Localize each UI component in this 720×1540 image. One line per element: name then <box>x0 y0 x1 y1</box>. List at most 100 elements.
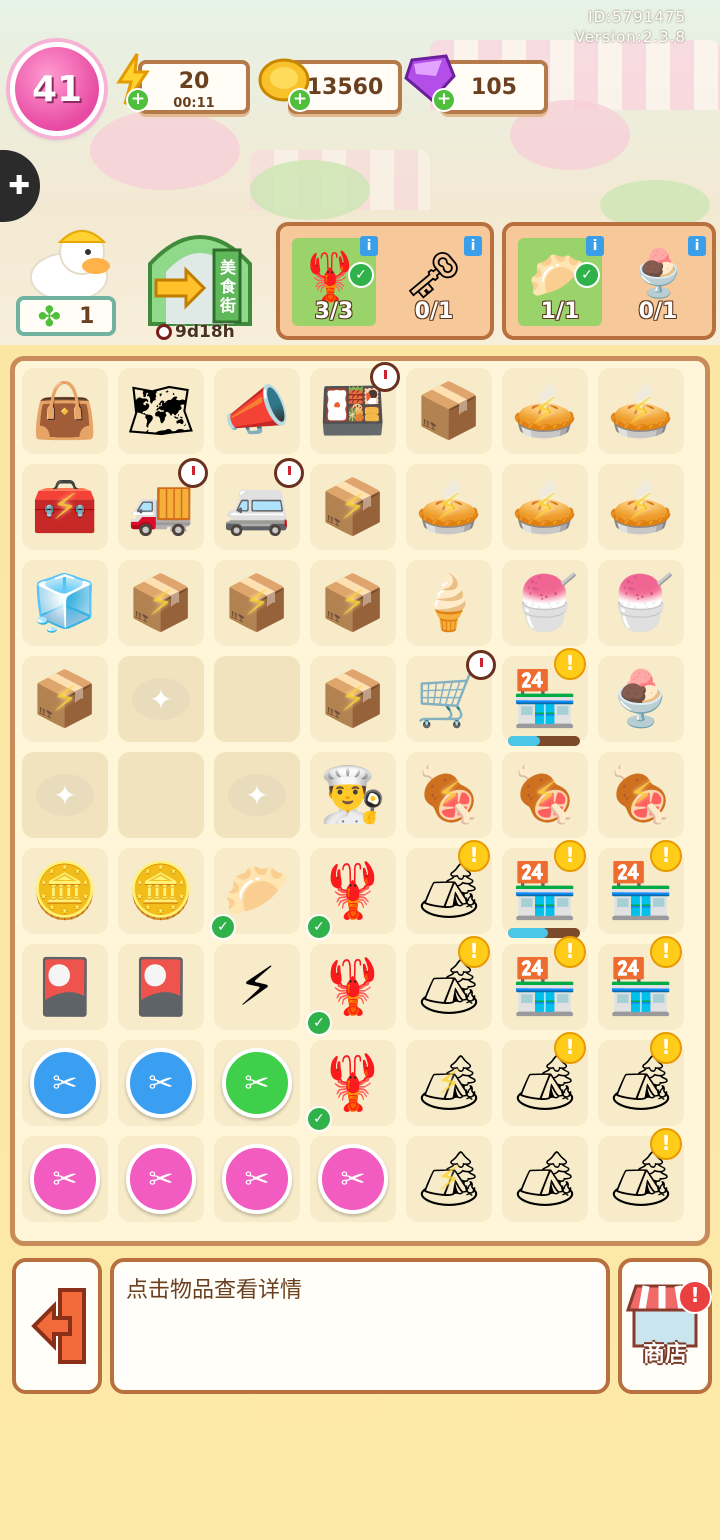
board-cell[interactable]: 🏕 ⚡ <box>406 1136 492 1222</box>
board-cell[interactable]: 🏕 ⚡ <box>406 1040 492 1126</box>
board-cell[interactable]: 🍧 <box>598 560 684 646</box>
board-cell[interactable]: ✦ <box>118 656 204 742</box>
board-cell[interactable]: 🍧 <box>502 560 588 646</box>
board-cell[interactable]: 🧰 ⚡ <box>22 464 108 550</box>
board-cell[interactable]: 🏪! <box>502 936 588 1030</box>
energy-value: 20 <box>178 68 210 94</box>
info-icon[interactable]: i <box>464 236 482 256</box>
board-cell[interactable]: 🍨 <box>598 656 684 742</box>
board-cell[interactable]: 🧊 <box>22 560 108 646</box>
board-cell[interactable]: 🎴 <box>22 944 108 1030</box>
board-cell[interactable]: 🏪! <box>598 936 684 1030</box>
board-cell[interactable]: ✂ <box>118 1040 204 1126</box>
exit-button[interactable] <box>12 1258 102 1394</box>
board-cell[interactable]: 📦 ⚡ <box>310 464 396 550</box>
board-cell[interactable]: 👨‍🍳 <box>310 752 396 838</box>
board-cell[interactable]: ✂ <box>22 1040 108 1126</box>
lightning-overlay-icon: ⚡ <box>436 1158 462 1200</box>
merge-board: 👜 🗺 📣 🍱 📦 🥧 ⚡ 🥧 ⚡ 🧰 ⚡ 🚚 🚐 📦 ⚡ 🥧 ⚡ 🥧 ⚡ 🥧 ⚡ 🧊 📦 ⚡ 📦 ⚡ 📦 ⚡ 🍦 🍧 🍧 📦 ⚡ ✦ 📦 ⚡ 🛒 🏪! 🍨… <box>10 356 710 1246</box>
board-cell[interactable]: 🦞 ✓ <box>306 848 396 940</box>
card-icon: 🎴 <box>127 955 195 1018</box>
gate-timer: 9d18h <box>156 322 235 342</box>
info-icon[interactable]: i <box>586 236 604 256</box>
add-coins-button[interactable]: + <box>288 88 312 112</box>
clover-icon: ✤ <box>37 299 62 333</box>
food-street-gate[interactable]: 美食街 <box>142 220 258 335</box>
board-cell[interactable]: 📦 ⚡ <box>118 560 204 646</box>
lightning-overlay-icon: ⚡ <box>340 678 366 720</box>
scissors-blue-icon: ✂ <box>30 1048 100 1118</box>
board-cell[interactable]: ✦ <box>22 752 108 838</box>
player-id: ID:5791475 <box>588 8 686 26</box>
board-cell[interactable]: 👜 <box>22 368 108 454</box>
board-cell[interactable] <box>118 752 204 838</box>
board-cell[interactable]: 🏕! <box>406 840 492 934</box>
board-cell[interactable]: 🏪! <box>502 648 588 746</box>
board-cell[interactable]: 🏕! <box>598 1032 684 1126</box>
board-cell[interactable]: 🪙 <box>22 848 108 934</box>
board-cell[interactable]: 🍖 ⚡ <box>406 752 492 838</box>
level-badge[interactable]: 41 <box>10 42 104 136</box>
board-cell[interactable]: 🍦 <box>406 560 492 646</box>
board-cell[interactable]: ✂ <box>118 1136 204 1222</box>
board-cell[interactable]: 🗺 <box>118 368 204 454</box>
alert-icon: ! <box>650 840 682 872</box>
board-cell[interactable]: 🍱 <box>310 362 400 454</box>
board-cell[interactable]: ⚡ <box>214 944 300 1030</box>
info-icon[interactable]: i <box>360 236 378 256</box>
board-cell[interactable]: 📦 ⚡ <box>310 656 396 742</box>
board-cell[interactable]: ✂ <box>214 1040 300 1126</box>
lightning-overlay-icon: ⚡ <box>532 774 558 816</box>
board-cell[interactable]: 🍖 ⚡ <box>598 752 684 838</box>
board-cell[interactable]: 🏕 <box>502 1136 588 1222</box>
board-cell[interactable]: 🎴 <box>118 944 204 1030</box>
board-cell[interactable]: 🏕! <box>406 936 492 1030</box>
board-cell[interactable]: 🥧 ⚡ <box>502 368 588 454</box>
board-cell[interactable]: 📦 ⚡ <box>214 560 300 646</box>
crayfish-icon: 🦞 <box>319 859 387 922</box>
board-cell[interactable]: 🥧 ⚡ <box>502 464 588 550</box>
info-icon[interactable]: i <box>688 236 706 256</box>
gem-counter[interactable]: 105 <box>440 60 548 114</box>
board-cell[interactable]: 📣 <box>214 368 300 454</box>
board-cell[interactable]: 🥧 ⚡ <box>406 464 492 550</box>
board-cell[interactable]: 📦 ⚡ <box>22 656 108 742</box>
board-cell[interactable]: 🚐 <box>214 458 304 550</box>
clover-counter[interactable]: ✤ 1 <box>16 296 116 336</box>
board-cell[interactable]: 🥟 ✓ <box>210 848 300 940</box>
board-cell[interactable]: 🛒 <box>406 650 496 742</box>
lightning-overlay-icon: ⚡ <box>628 774 654 816</box>
board-cell[interactable]: 📦 <box>406 368 492 454</box>
board-cell[interactable]: ✂ <box>22 1136 108 1222</box>
puzzle-icon: ✚ <box>8 171 30 201</box>
board-cell[interactable]: 🪙 <box>118 848 204 934</box>
board-cell[interactable]: 📦 ⚡ <box>310 560 396 646</box>
board-cell[interactable]: ✂ <box>310 1136 396 1222</box>
board-cell[interactable]: 🥧 ⚡ <box>598 464 684 550</box>
board-cell[interactable]: 🏪! <box>598 840 684 934</box>
board-cell[interactable]: ✦ <box>214 752 300 838</box>
board-cell[interactable]: 🍖 ⚡ <box>502 752 588 838</box>
board-cell[interactable]: 🏕! <box>502 1032 588 1126</box>
order-card-2[interactable]: 🥟 1/1 ✓ i 🍨 0/1 i <box>502 222 716 340</box>
chef-duck-avatar[interactable] <box>24 222 114 302</box>
board-cell[interactable]: 🦞 ✓ <box>306 1040 396 1132</box>
shop-button[interactable]: ! 商店 <box>618 1258 712 1394</box>
board-cell[interactable]: 🦞 ✓ <box>306 944 396 1036</box>
board-cell[interactable]: 🏕! <box>598 1128 684 1222</box>
board-cell[interactable]: 🥧 ⚡ <box>598 368 684 454</box>
board-cell[interactable] <box>214 656 300 742</box>
energy-timer: 00:11 <box>173 96 215 111</box>
order-card-1[interactable]: 🦞 3/3 ✓ i 🗝 0/1 i <box>276 222 494 340</box>
alert-icon: ! <box>554 1032 586 1064</box>
board-cell[interactable]: ✂ <box>214 1136 300 1222</box>
lightning-overlay-icon: ⚡ <box>436 486 462 528</box>
food-truck-icon: 🚐 <box>223 475 291 538</box>
board-cell[interactable]: 🚚 <box>118 458 208 550</box>
duck-key-icon: 🗝 <box>404 248 463 302</box>
tree <box>90 110 240 190</box>
board-cell[interactable]: 🏪! <box>502 840 588 938</box>
add-gems-button[interactable]: + <box>432 88 456 112</box>
alert-icon: ! <box>554 648 586 680</box>
add-energy-button[interactable]: + <box>126 88 150 112</box>
